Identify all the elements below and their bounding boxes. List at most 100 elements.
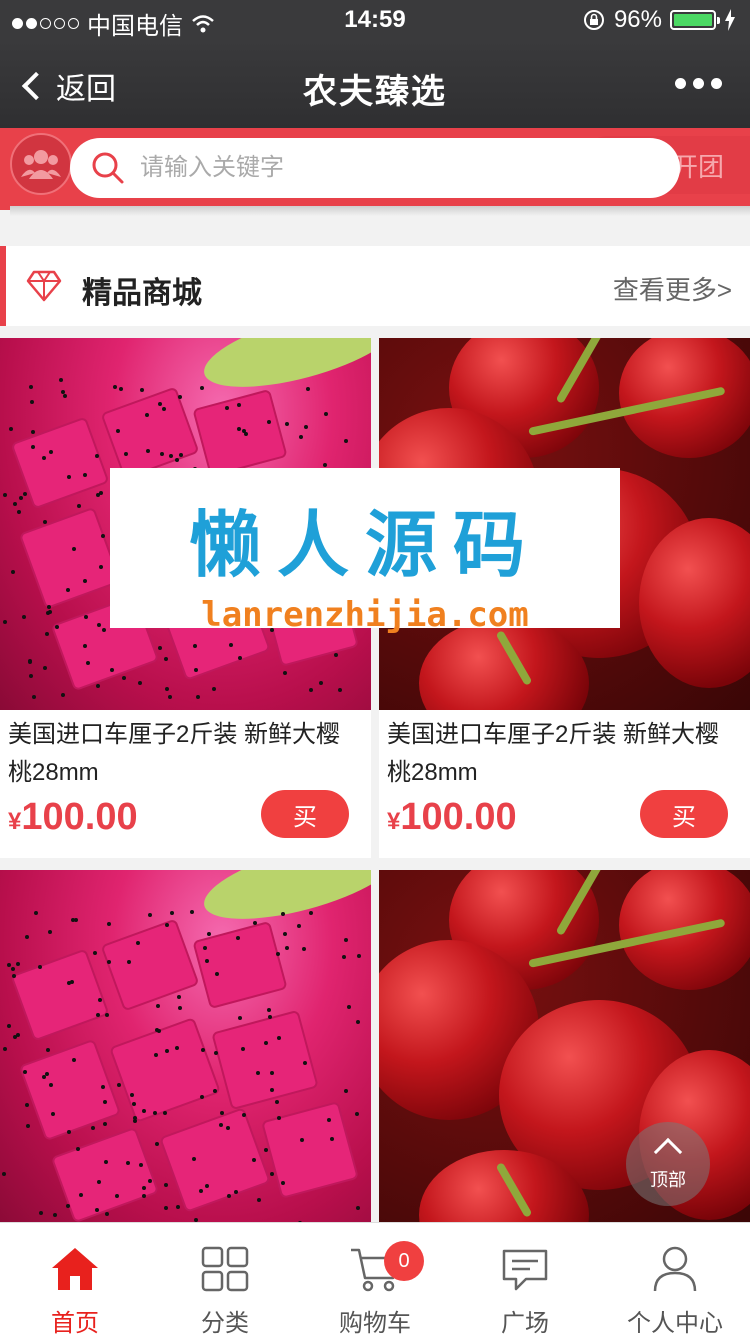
dragon-fruit-seed — [238, 656, 242, 660]
dragon-fruit-seed — [115, 1194, 119, 1198]
dragon-fruit-seed — [55, 625, 59, 629]
dragon-fruit-seed — [200, 1095, 204, 1099]
dragon-fruit-seed — [205, 1184, 209, 1188]
dragon-fruit-seed — [285, 946, 289, 950]
nav-bar: 返回 农夫臻选 — [0, 40, 750, 128]
dragon-fruit-seed — [25, 935, 29, 939]
dragon-fruit-seed — [136, 941, 140, 945]
dragon-fruit-seed — [165, 1049, 169, 1053]
search-icon — [92, 152, 124, 184]
dragon-fruit-seed — [330, 1137, 334, 1141]
dragon-fruit-seed — [145, 413, 149, 417]
dragon-fruit-seed — [133, 1116, 137, 1120]
tab-bar: 首页 分类 0 购物车 广场 个人中心 — [0, 1222, 750, 1334]
dragon-fruit-seed — [126, 1161, 130, 1165]
status-bar: 中国电信 14:59 96% — [0, 0, 750, 40]
tab-category[interactable]: 分类 — [150, 1223, 300, 1334]
dragon-fruit-seed — [165, 923, 169, 927]
dragon-fruit-seed — [237, 403, 241, 407]
search-input[interactable] — [140, 154, 620, 182]
dragon-fruit-seed — [9, 427, 13, 431]
dragon-fruit-seed — [193, 644, 197, 648]
tab-profile[interactable]: 个人中心 — [600, 1223, 750, 1334]
dragon-fruit-seed — [59, 378, 63, 382]
tab-label: 分类 — [201, 1310, 249, 1334]
dragon-fruit-seed — [178, 1006, 182, 1010]
dragon-fruit-seed — [175, 458, 179, 462]
dragon-fruit-seed — [84, 615, 88, 619]
dragon-fruit-seed — [98, 998, 102, 1002]
product-price: ¥100.00 — [8, 796, 138, 838]
dragon-fruit-seed — [67, 475, 71, 479]
dragon-fruit-seed — [79, 1193, 83, 1197]
dragon-fruit-seed — [267, 420, 271, 424]
back-to-top-button[interactable]: 顶部 — [626, 1122, 710, 1206]
dragon-fruit-seed — [319, 681, 323, 685]
dragon-fruit-seed — [11, 967, 15, 971]
watermark-cn: 懒人源码 — [188, 503, 541, 587]
dragon-fruit-seed — [138, 681, 142, 685]
dragon-fruit-seed — [357, 954, 361, 958]
dragon-fruit-seed — [28, 660, 32, 664]
dragon-fruit-seed — [39, 1211, 43, 1215]
charging-icon — [725, 9, 735, 31]
dragon-fruit-seed — [270, 1172, 274, 1176]
dragon-fruit-seed — [169, 454, 173, 458]
dragon-fruit-seed — [146, 449, 150, 453]
dragon-fruit-seed — [165, 687, 169, 691]
buy-button[interactable]: 买 — [640, 790, 728, 838]
group-buy-icon[interactable] — [10, 133, 72, 195]
dragon-fruit-seed — [47, 605, 51, 609]
dragon-fruit-seed — [356, 1020, 360, 1024]
dragon-fruit-seed — [16, 962, 20, 966]
dragon-fruit-seed — [200, 386, 204, 390]
dragon-fruit-seed — [164, 657, 168, 661]
dragon-fruit-seed — [214, 1051, 218, 1055]
dragon-fruit-seed — [139, 1163, 143, 1167]
dragon-fruit-seed — [241, 1047, 245, 1051]
dragon-fruit-seed — [49, 450, 53, 454]
dragon-fruit-seed — [3, 1047, 7, 1051]
dragon-fruit-seed — [32, 695, 36, 699]
dragon-fruit-seed — [99, 565, 103, 569]
view-more-link[interactable]: 查看更多> — [613, 270, 732, 307]
dragon-fruit-seed — [199, 1189, 203, 1193]
dragon-fruit-seed — [229, 643, 233, 647]
dragon-fruit-seed — [91, 1126, 95, 1130]
dragon-fruit-seed — [105, 1212, 109, 1216]
dragon-fruit-seed — [264, 1148, 268, 1152]
dragon-fruit-seed — [201, 1048, 205, 1052]
dragon-fruit-seed — [170, 911, 174, 915]
dragon-fruit-seed — [67, 1130, 71, 1134]
dragon-fruit-seed — [176, 1205, 180, 1209]
tab-cart[interactable]: 0 购物车 — [300, 1223, 450, 1334]
diamond-icon — [26, 270, 62, 302]
product-name: 美国进口车厘子2斤装 新鲜大樱桃28mm — [387, 721, 720, 786]
dragon-fruit-seed — [277, 1036, 281, 1040]
dragon-fruit-seed — [13, 1035, 17, 1039]
dragon-fruit-seed — [29, 385, 33, 389]
dragon-fruit-seed — [95, 1208, 99, 1212]
dragon-fruit-seed — [26, 1124, 30, 1128]
dragon-fruit-seed — [309, 688, 313, 692]
dragon-fruit-seed — [102, 628, 106, 632]
home-icon — [52, 1248, 98, 1290]
page-title: 农夫臻选 — [303, 73, 447, 111]
dragon-fruit-seed — [43, 666, 47, 670]
search-box[interactable] — [70, 138, 680, 198]
tab-square[interactable]: 广场 — [450, 1223, 600, 1334]
product-card[interactable] — [0, 870, 371, 1230]
more-dots-icon — [675, 78, 686, 89]
dragon-fruit-seed — [203, 946, 207, 950]
dragon-fruit-seed — [194, 668, 198, 672]
buy-button[interactable]: 买 — [261, 790, 349, 838]
dragon-fruit-seed — [177, 995, 181, 999]
more-menu-button[interactable] — [675, 78, 722, 89]
dragon-fruit-seed — [101, 1085, 105, 1089]
dragon-fruit-seed — [103, 1122, 107, 1126]
dragon-fruit-seed — [234, 1190, 238, 1194]
tab-home[interactable]: 首页 — [0, 1223, 150, 1334]
dragon-fruit-seed — [236, 936, 240, 940]
dragon-fruit-seed — [212, 687, 216, 691]
dragon-fruit-image — [0, 870, 371, 1230]
